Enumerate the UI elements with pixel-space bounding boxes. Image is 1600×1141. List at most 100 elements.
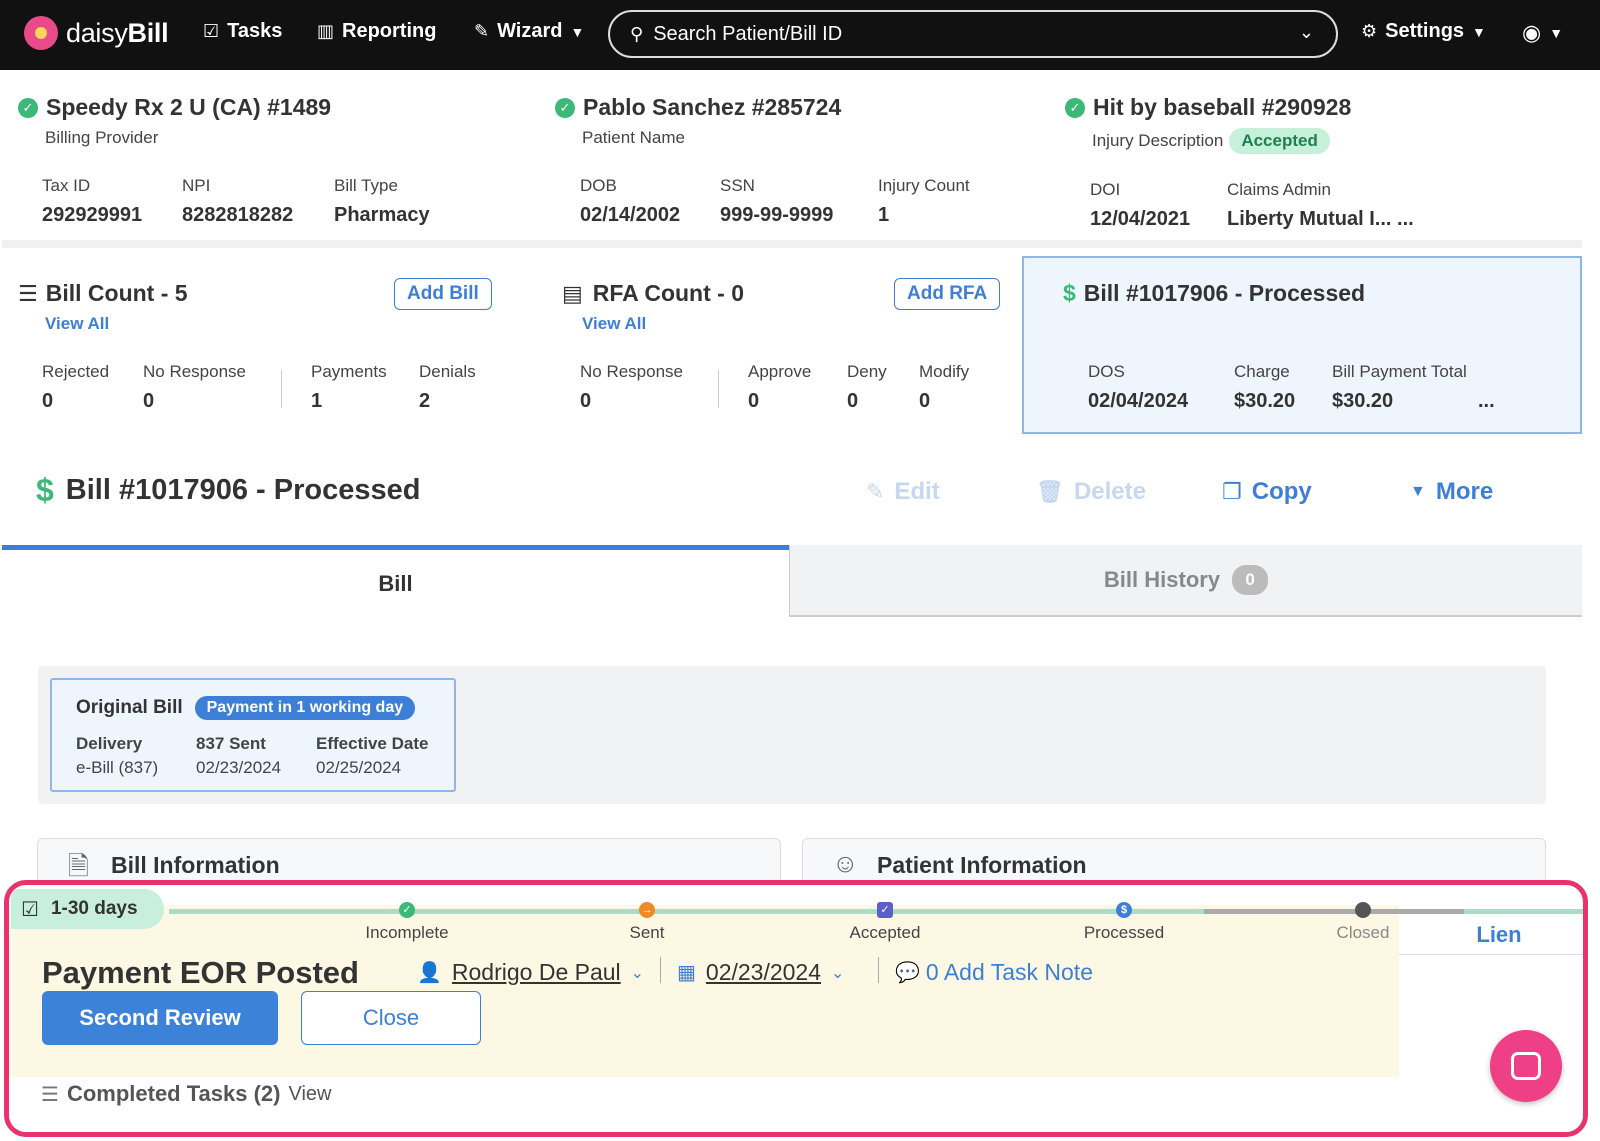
claims-admin-value: Liberty Mutual I... ...: [1227, 208, 1414, 230]
rfa-count-title-text: RFA Count - 0: [592, 280, 744, 306]
injury-title[interactable]: ✓ Hit by baseball #290928: [1065, 94, 1351, 121]
patient-icon: ☺: [832, 848, 859, 878]
effective-value: 02/25/2024: [316, 758, 402, 777]
due-date: 02/23/2024: [705, 959, 822, 985]
task-panel: ✓ Incomplete → Sent ✓ Accepted $ Process…: [4, 880, 1588, 1137]
charge-label: Charge: [1234, 362, 1290, 381]
nav-wizard[interactable]: ✎ Wizard ▼: [474, 20, 584, 43]
tab-bill-history[interactable]: Bill History 0: [789, 545, 1582, 617]
patient-information-title: Patient Information: [877, 852, 1087, 878]
search-icon: ⚲: [630, 23, 644, 44]
chevron-down-icon: ▼: [570, 23, 585, 40]
task-title: Payment EOR Posted: [42, 955, 359, 990]
nav-tasks[interactable]: ☑ Tasks: [203, 20, 282, 43]
assignee-name: Rodrigo De Paul: [451, 959, 621, 985]
chevron-down-icon: ▼: [1472, 23, 1486, 40]
nav-settings[interactable]: ⚙ Settings ▼: [1361, 20, 1486, 43]
dos-value: 02/04/2024: [1088, 390, 1189, 412]
user-menu[interactable]: ◉ ▼: [1522, 20, 1563, 46]
nav-reporting-label: Reporting: [342, 20, 437, 42]
tab-history-label: Bill History: [1103, 567, 1221, 592]
assignee-dropdown[interactable]: 👤 Rodrigo De Paul ⌄: [417, 959, 644, 986]
more-button[interactable]: ▼ More: [1410, 478, 1493, 506]
no-response-label: No Response: [143, 362, 247, 381]
payment-total-label: Bill Payment Total: [1332, 362, 1467, 381]
provider-title[interactable]: ✓ Speedy Rx 2 U (CA) #1489: [18, 94, 331, 121]
modify-label: Modify: [919, 362, 970, 381]
deny-label: Deny: [847, 362, 887, 381]
copy-icon: ❐: [1222, 479, 1242, 504]
dob-label: DOB: [580, 176, 617, 195]
tax-id-label: Tax ID: [42, 176, 91, 195]
injury-count-label: Injury Count: [878, 176, 970, 195]
copy-button[interactable]: ❐ Copy: [1222, 478, 1312, 506]
patient-title[interactable]: ✓ Pablo Sanchez #285724: [555, 94, 841, 121]
payment-badge: Payment in 1 working day: [194, 696, 416, 720]
tab-bill[interactable]: Bill: [2, 545, 789, 617]
denials-label: Denials: [419, 362, 476, 381]
add-bill-button[interactable]: Add Bill: [394, 278, 492, 310]
dos-label: DOS: [1088, 362, 1125, 381]
second-review-button[interactable]: Second Review: [42, 991, 278, 1045]
daisybill-logo[interactable]: daisyBill: [24, 16, 169, 50]
more-label: More: [1435, 478, 1494, 505]
list-icon: ☰: [18, 280, 38, 306]
original-bill-title-text: Original Bill: [76, 697, 183, 718]
check-circle-icon: ✓: [399, 902, 415, 918]
add-rfa-button[interactable]: Add RFA: [894, 278, 1001, 310]
tab-lien[interactable]: Lien: [1399, 915, 1583, 955]
charge-value: $30.20: [1234, 390, 1296, 412]
rejected-value: 0: [42, 390, 54, 412]
delete-button[interactable]: 🗑 Delete: [1036, 478, 1146, 506]
chevron-down-icon[interactable]: ⌄: [1299, 22, 1314, 43]
check-circle-icon: ✓: [18, 97, 38, 118]
calendar-icon: ▦: [677, 962, 696, 984]
doi-value: 12/04/2021: [1090, 208, 1191, 230]
nav-wizard-label: Wizard: [497, 20, 563, 42]
edit-label: Edit: [894, 478, 940, 505]
provider-title-text: Speedy Rx 2 U (CA) #1489: [46, 94, 332, 120]
bill-type-label: Bill Type: [334, 176, 398, 195]
close-button[interactable]: Close: [301, 991, 481, 1045]
divider: [660, 957, 661, 983]
payments-label: Payments: [311, 362, 387, 381]
denials-value: 2: [419, 390, 431, 412]
search-bar[interactable]: ⚲ ⌄: [608, 10, 1338, 58]
approve-label: Approve: [748, 362, 812, 381]
dollar-icon: $: [36, 472, 54, 508]
page-title: $ Bill #1017906 - Processed: [36, 472, 420, 509]
list-icon: ☰: [41, 1083, 59, 1106]
trash-icon: 🗑: [1036, 479, 1064, 504]
divider: [281, 370, 282, 408]
step-processed: Processed: [1083, 923, 1165, 942]
injury-title-text: Hit by baseball #290928: [1093, 94, 1352, 120]
chevron-down-icon: ▼: [1549, 25, 1564, 41]
bar-chart-icon: ▥: [317, 21, 335, 41]
status-badge: Accepted: [1229, 128, 1330, 154]
sent-value: 02/23/2024: [196, 758, 282, 777]
injury-subtitle: Injury Description: [1092, 131, 1224, 150]
bill-summary-title: $ Bill #1017906 - Processed: [1063, 280, 1365, 307]
nav-reporting[interactable]: ▥ Reporting: [317, 20, 436, 43]
bills-view-all-link[interactable]: View All: [45, 314, 109, 334]
dot-icon: [1355, 902, 1371, 918]
dollar-icon: $: [1063, 280, 1076, 306]
rfa-view-all-link[interactable]: View All: [582, 314, 646, 334]
injury-subtitle-row: Injury Description Accepted: [1092, 128, 1330, 154]
rejected-label: Rejected: [42, 362, 110, 381]
view-completed-link[interactable]: View: [288, 1083, 331, 1106]
step-accepted: Accepted: [849, 923, 921, 942]
original-bill-title: Original Bill Payment in 1 working day: [76, 696, 416, 720]
divider: [718, 370, 719, 408]
add-task-note-link[interactable]: 💬 0 Add Task Note: [895, 959, 1093, 986]
nav-tasks-label: Tasks: [227, 20, 283, 42]
completed-tasks-label: Completed Tasks (2): [66, 1081, 281, 1106]
due-date-dropdown[interactable]: ▦ 02/23/2024 ⌄: [677, 959, 844, 986]
more-ellipsis[interactable]: ...: [1478, 390, 1495, 413]
search-input[interactable]: [653, 22, 1274, 46]
edit-button[interactable]: ✎ Edit: [866, 478, 940, 506]
add-task-note-label: 0 Add Task Note: [925, 959, 1093, 985]
bill-count-title: ☰ Bill Count - 5: [18, 280, 188, 307]
chat-icon: [1511, 1052, 1541, 1080]
chat-launcher-button[interactable]: [1490, 1030, 1562, 1102]
